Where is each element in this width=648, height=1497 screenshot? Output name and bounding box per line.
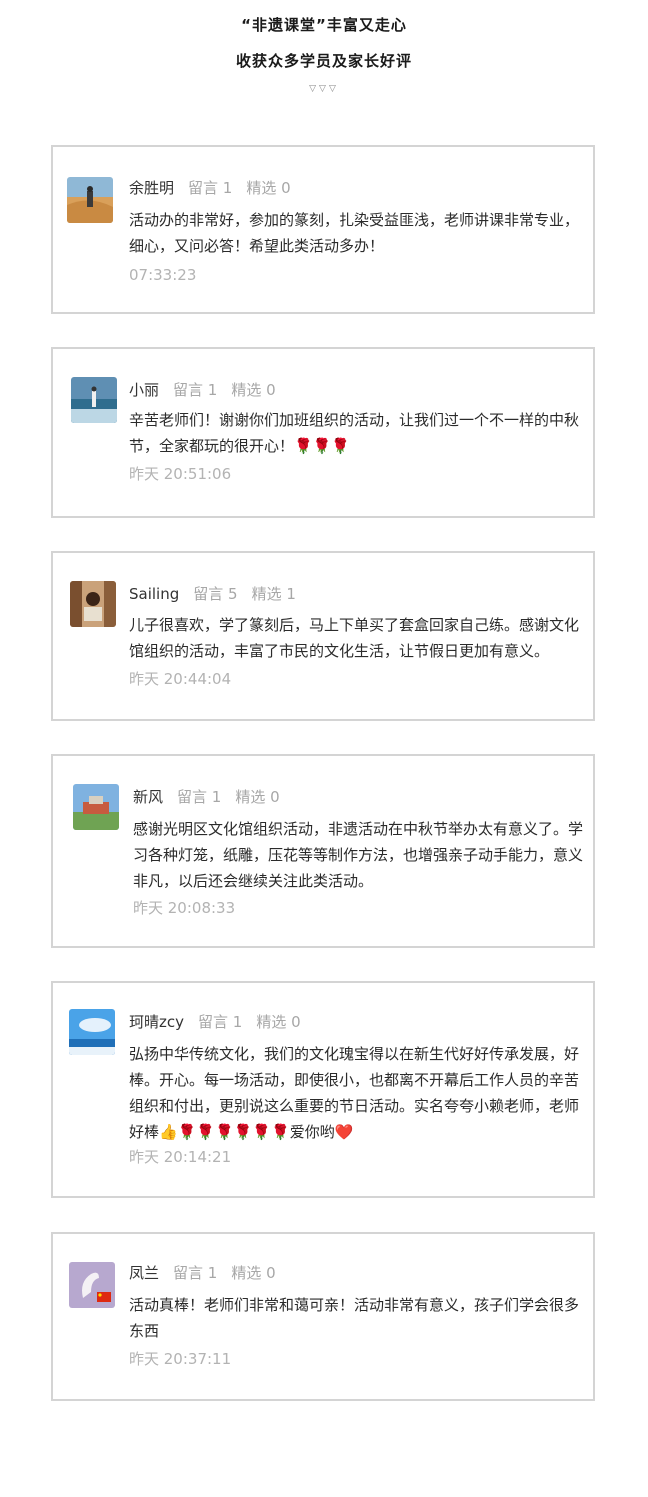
comment-meta: 余胜明 留言 1 精选 0 <box>129 177 291 200</box>
down-arrows-icon: ▽▽▽ <box>309 83 339 93</box>
comment-text: 感谢光明区文化馆组织活动，非遗活动在中秋节举办太有意义了。学习各种灯笼，纸雕，压… <box>133 820 584 890</box>
comment-meta: 小丽 留言 1 精选 0 <box>129 379 276 402</box>
avatar[interactable] <box>73 784 119 830</box>
comment-text: 活动真棒！老师们非常和蔼可亲！活动非常有意义，孩子们学会很多东西 <box>129 1296 580 1340</box>
comment-card: 小丽 留言 1 精选 0 辛苦老师们！谢谢你们加班组织的活动，让我们过一个不一样的中… <box>51 347 595 518</box>
commenter-name[interactable]: 珂晴zcy <box>129 1013 184 1031</box>
comment-card: 余胜明 留言 1 精选 0 活动办的非常好，参加的篆刻，扎染受益匪浅，老师讲课非常专… <box>51 145 595 314</box>
avatar[interactable] <box>70 581 116 627</box>
comment-card: 珂晴zcy 留言 1 精选 0 弘扬中华传统文化，我们的文化瑰宝得以在新生代好好传承… <box>51 981 595 1198</box>
comment-time: 昨天 20:44:04 <box>129 670 232 688</box>
swan-flag-photo-icon <box>69 1262 115 1308</box>
comment-text: 儿子很喜欢，学了篆刻后，马上下单买了套盒回家自己练。感谢文化馆组织的活动，丰富了… <box>129 616 580 660</box>
headline-line-2: 收获众多学员及家长好评 <box>235 52 412 70</box>
comment-text: 弘扬中华传统文化，我们的文化瑰宝得以在新生代好好传承发展，好棒。开心。每一场活动… <box>129 1045 580 1141</box>
featured-count: 精选 0 <box>256 1013 301 1031</box>
avatar[interactable] <box>71 377 117 423</box>
message-count: 留言 1 <box>198 1013 243 1031</box>
sea-person-photo-icon <box>71 377 117 423</box>
headline-line-1: “非遗课堂”丰富又走心 <box>241 16 407 34</box>
comment-card: Sailing 留言 5 精选 1 儿子很喜欢，学了篆刻后，马上下单买了套盒回家自己… <box>51 551 595 721</box>
comment-meta: 新风 留言 1 精选 0 <box>133 786 280 809</box>
comment-meta: 凤兰 留言 1 精选 0 <box>129 1262 276 1285</box>
comment-text: 活动办的非常好，参加的篆刻，扎染受益匪浅，老师讲课非常专业，细心，又问必答！希望… <box>129 211 580 255</box>
avatar[interactable] <box>67 177 113 223</box>
message-count: 留言 1 <box>188 179 233 197</box>
commenter-name[interactable]: 新风 <box>133 788 163 806</box>
reading-person-photo-icon <box>70 581 116 627</box>
commenter-name[interactable]: 凤兰 <box>129 1264 159 1282</box>
avatar[interactable] <box>69 1262 115 1308</box>
message-count: 留言 1 <box>177 788 222 806</box>
comment-time: 昨天 20:08:33 <box>133 899 236 917</box>
message-count: 留言 1 <box>173 1264 218 1282</box>
comment-time: 昨天 20:51:06 <box>129 465 232 483</box>
featured-count: 精选 1 <box>251 585 296 603</box>
commenter-name[interactable]: 小丽 <box>129 381 159 399</box>
comment-text: 辛苦老师们！谢谢你们加班组织的活动，让我们过一个不一样的中秋节，全家都玩的很开心… <box>129 411 580 455</box>
featured-count: 精选 0 <box>246 179 291 197</box>
comment-time: 昨天 20:14:21 <box>129 1148 232 1166</box>
comment-time: 昨天 20:37:11 <box>129 1350 232 1368</box>
commenter-name[interactable]: 余胜明 <box>129 179 174 197</box>
commenter-name[interactable]: Sailing <box>129 585 179 603</box>
featured-count: 精选 0 <box>231 1264 276 1282</box>
sky-sea-photo-icon <box>69 1009 115 1055</box>
comment-meta: 珂晴zcy 留言 1 精选 0 <box>129 1011 301 1034</box>
comment-meta: Sailing 留言 5 精选 1 <box>129 583 296 606</box>
article-header: “非遗课堂”丰富又走心 收获众多学员及家长好评 ▽▽▽ <box>0 14 648 94</box>
message-count: 留言 5 <box>193 585 238 603</box>
comment-time: 07:33:23 <box>129 266 197 284</box>
building-landscape-photo-icon <box>73 784 119 830</box>
comment-card: 凤兰 留言 1 精选 0 活动真棒！老师们非常和蔼可亲！活动非常有意义，孩子们学会很… <box>51 1232 595 1401</box>
featured-count: 精选 0 <box>231 381 276 399</box>
featured-count: 精选 0 <box>235 788 280 806</box>
avatar[interactable] <box>69 1009 115 1055</box>
message-count: 留言 1 <box>173 381 218 399</box>
comment-card: 新风 留言 1 精选 0 感谢光明区文化馆组织活动，非遗活动在中秋节举办太有意义了。… <box>51 754 595 948</box>
desert-person-photo-icon <box>67 177 113 223</box>
